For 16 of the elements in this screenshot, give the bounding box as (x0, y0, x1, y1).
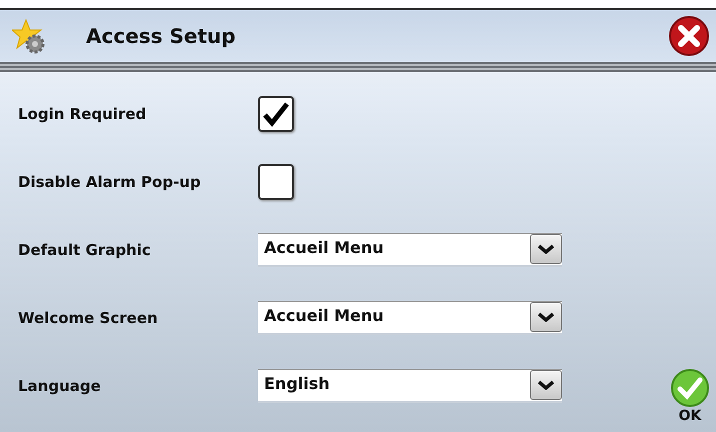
checkbox[interactable] (258, 96, 294, 132)
setting-label: Language (18, 377, 102, 395)
dropdown[interactable]: Accueil Menu (258, 301, 562, 335)
checkbox[interactable] (258, 164, 294, 200)
star-gear-icon (12, 18, 46, 54)
window-title: Access Setup (86, 24, 237, 48)
caret-icon (537, 244, 555, 254)
setting-label: Welcome Screen (18, 309, 159, 327)
setting-label: Default Graphic (18, 241, 152, 259)
dropdown[interactable]: Accueil Menu (258, 233, 562, 267)
caret-icon (537, 380, 555, 390)
close-button[interactable] (668, 15, 710, 57)
caret-icon (537, 312, 555, 322)
setting-label: Login Required (18, 105, 148, 123)
dropdown[interactable]: English (258, 369, 562, 403)
setting-label: Disable Alarm Pop-up (18, 173, 202, 191)
